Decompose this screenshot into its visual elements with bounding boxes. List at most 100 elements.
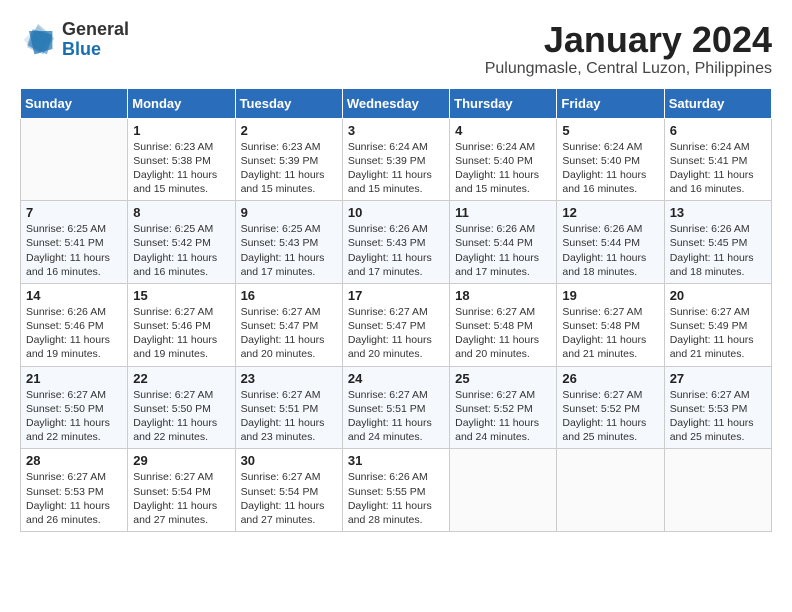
day-number: 23 xyxy=(241,371,337,386)
calendar-cell-w3-d4: 17 Sunrise: 6:27 AMSunset: 5:47 PMDayligh… xyxy=(342,283,449,366)
day-number: 18 xyxy=(455,288,551,303)
day-number: 12 xyxy=(562,205,658,220)
calendar-cell-w1-d2: 1 Sunrise: 6:23 AMSunset: 5:38 PMDaylight… xyxy=(128,118,235,201)
header-friday: Friday xyxy=(557,88,664,118)
calendar-week-1: 1 Sunrise: 6:23 AMSunset: 5:38 PMDaylight… xyxy=(21,118,772,201)
calendar-week-3: 14 Sunrise: 6:26 AMSunset: 5:46 PMDayligh… xyxy=(21,283,772,366)
calendar-cell-w2-d3: 9Sunrise: 6:25 AMSunset: 5:43 PMDaylight… xyxy=(235,201,342,284)
calendar-header-row: Sunday Monday Tuesday Wednesday Thursday… xyxy=(21,88,772,118)
calendar-cell-w1-d1 xyxy=(21,118,128,201)
calendar-cell-w5-d7 xyxy=(664,449,771,532)
calendar-cell-w1-d7: 6 Sunrise: 6:24 AMSunset: 5:41 PMDaylight… xyxy=(664,118,771,201)
day-number: 11 xyxy=(455,205,551,220)
header-thursday: Thursday xyxy=(450,88,557,118)
day-info: Sunrise: 6:23 AMSunset: 5:38 PMDaylight:… xyxy=(133,140,229,197)
location-text: Pulungmasle, Central Luzon, Philippines xyxy=(485,60,772,78)
calendar-cell-w4-d1: 21 Sunrise: 6:27 AMSunset: 5:50 PMDayligh… xyxy=(21,366,128,449)
calendar-cell-w1-d3: 2 Sunrise: 6:23 AMSunset: 5:39 PMDaylight… xyxy=(235,118,342,201)
day-number: 16 xyxy=(241,288,337,303)
day-info: Sunrise: 6:27 AMSunset: 5:52 PMDaylight:… xyxy=(455,388,551,445)
day-number: 4 xyxy=(455,123,551,138)
day-number: 5 xyxy=(562,123,658,138)
day-number: 13 xyxy=(670,205,766,220)
day-number: 24 xyxy=(348,371,444,386)
calendar-cell-w3-d2: 15 Sunrise: 6:27 AMSunset: 5:46 PMDayligh… xyxy=(128,283,235,366)
day-info: Sunrise: 6:27 AMSunset: 5:54 PMDaylight:… xyxy=(241,470,337,527)
day-number: 21 xyxy=(26,371,122,386)
day-info: Sunrise: 6:26 AMSunset: 5:46 PMDaylight:… xyxy=(26,305,122,362)
day-number: 20 xyxy=(670,288,766,303)
day-number: 29 xyxy=(133,453,229,468)
header-saturday: Saturday xyxy=(664,88,771,118)
calendar-cell-w4-d5: 25 Sunrise: 6:27 AMSunset: 5:52 PMDayligh… xyxy=(450,366,557,449)
day-info: Sunrise: 6:24 AMSunset: 5:40 PMDaylight:… xyxy=(562,140,658,197)
day-info: Sunrise: 6:27 AMSunset: 5:46 PMDaylight:… xyxy=(133,305,229,362)
day-number: 19 xyxy=(562,288,658,303)
day-info: Sunrise: 6:27 AMSunset: 5:52 PMDaylight:… xyxy=(562,388,658,445)
day-info: Sunrise: 6:26 AMSunset: 5:43 PMDaylight:… xyxy=(348,222,444,279)
day-number: 17 xyxy=(348,288,444,303)
calendar-cell-w1-d5: 4 Sunrise: 6:24 AMSunset: 5:40 PMDaylight… xyxy=(450,118,557,201)
logo: General Blue xyxy=(20,20,129,60)
day-info: Sunrise: 6:25 AMSunset: 5:41 PMDaylight:… xyxy=(26,222,122,279)
calendar-cell-w1-d4: 3 Sunrise: 6:24 AMSunset: 5:39 PMDaylight… xyxy=(342,118,449,201)
day-info: Sunrise: 6:27 AMSunset: 5:47 PMDaylight:… xyxy=(241,305,337,362)
calendar-cell-w2-d2: 8Sunrise: 6:25 AMSunset: 5:42 PMDaylight… xyxy=(128,201,235,284)
title-block: January 2024 Pulungmasle, Central Luzon,… xyxy=(485,20,772,78)
day-number: 31 xyxy=(348,453,444,468)
day-number: 25 xyxy=(455,371,551,386)
day-info: Sunrise: 6:27 AMSunset: 5:53 PMDaylight:… xyxy=(670,388,766,445)
day-info: Sunrise: 6:27 AMSunset: 5:50 PMDaylight:… xyxy=(26,388,122,445)
day-info: Sunrise: 6:27 AMSunset: 5:49 PMDaylight:… xyxy=(670,305,766,362)
day-info: Sunrise: 6:24 AMSunset: 5:39 PMDaylight:… xyxy=(348,140,444,197)
calendar-cell-w5-d3: 30Sunrise: 6:27 AMSunset: 5:54 PMDayligh… xyxy=(235,449,342,532)
calendar-cell-w5-d4: 31 Sunrise: 6:26 AMSunset: 5:55 PMDayligh… xyxy=(342,449,449,532)
calendar-cell-w5-d6 xyxy=(557,449,664,532)
calendar-week-4: 21 Sunrise: 6:27 AMSunset: 5:50 PMDayligh… xyxy=(21,366,772,449)
calendar-cell-w2-d5: 11Sunrise: 6:26 AMSunset: 5:44 PMDayligh… xyxy=(450,201,557,284)
calendar-cell-w4-d3: 23 Sunrise: 6:27 AMSunset: 5:51 PMDayligh… xyxy=(235,366,342,449)
day-info: Sunrise: 6:27 AMSunset: 5:48 PMDaylight:… xyxy=(562,305,658,362)
header-monday: Monday xyxy=(128,88,235,118)
calendar-cell-w4-d2: 22Sunrise: 6:27 AMSunset: 5:50 PMDayligh… xyxy=(128,366,235,449)
day-info: Sunrise: 6:27 AMSunset: 5:47 PMDaylight:… xyxy=(348,305,444,362)
logo-text: General Blue xyxy=(62,20,129,60)
day-info: Sunrise: 6:27 AMSunset: 5:51 PMDaylight:… xyxy=(241,388,337,445)
calendar-cell-w2-d6: 12Sunrise: 6:26 AMSunset: 5:44 PMDayligh… xyxy=(557,201,664,284)
day-info: Sunrise: 6:27 AMSunset: 5:53 PMDaylight:… xyxy=(26,470,122,527)
day-info: Sunrise: 6:27 AMSunset: 5:50 PMDaylight:… xyxy=(133,388,229,445)
calendar-cell-w3-d1: 14 Sunrise: 6:26 AMSunset: 5:46 PMDayligh… xyxy=(21,283,128,366)
calendar-cell-w4-d6: 26 Sunrise: 6:27 AMSunset: 5:52 PMDayligh… xyxy=(557,366,664,449)
calendar-cell-w5-d2: 29 Sunrise: 6:27 AMSunset: 5:54 PMDayligh… xyxy=(128,449,235,532)
day-number: 2 xyxy=(241,123,337,138)
header-wednesday: Wednesday xyxy=(342,88,449,118)
day-info: Sunrise: 6:25 AMSunset: 5:42 PMDaylight:… xyxy=(133,222,229,279)
day-number: 26 xyxy=(562,371,658,386)
calendar-cell-w4-d7: 27 Sunrise: 6:27 AMSunset: 5:53 PMDayligh… xyxy=(664,366,771,449)
calendar-cell-w5-d5 xyxy=(450,449,557,532)
calendar-cell-w2-d4: 10 Sunrise: 6:26 AMSunset: 5:43 PMDayligh… xyxy=(342,201,449,284)
day-info: Sunrise: 6:24 AMSunset: 5:41 PMDaylight:… xyxy=(670,140,766,197)
day-number: 10 xyxy=(348,205,444,220)
day-number: 15 xyxy=(133,288,229,303)
day-number: 7 xyxy=(26,205,122,220)
day-info: Sunrise: 6:24 AMSunset: 5:40 PMDaylight:… xyxy=(455,140,551,197)
day-number: 14 xyxy=(26,288,122,303)
calendar-cell-w1-d6: 5 Sunrise: 6:24 AMSunset: 5:40 PMDaylight… xyxy=(557,118,664,201)
calendar-table: Sunday Monday Tuesday Wednesday Thursday… xyxy=(20,88,772,532)
logo-general-text: General xyxy=(62,20,129,40)
logo-icon xyxy=(20,22,56,58)
day-info: Sunrise: 6:27 AMSunset: 5:54 PMDaylight:… xyxy=(133,470,229,527)
calendar-cell-w3-d6: 19 Sunrise: 6:27 AMSunset: 5:48 PMDayligh… xyxy=(557,283,664,366)
day-info: Sunrise: 6:26 AMSunset: 5:55 PMDaylight:… xyxy=(348,470,444,527)
day-number: 1 xyxy=(133,123,229,138)
calendar-cell-w3-d5: 18Sunrise: 6:27 AMSunset: 5:48 PMDayligh… xyxy=(450,283,557,366)
day-info: Sunrise: 6:23 AMSunset: 5:39 PMDaylight:… xyxy=(241,140,337,197)
day-number: 3 xyxy=(348,123,444,138)
calendar-cell-w3-d7: 20 Sunrise: 6:27 AMSunset: 5:49 PMDayligh… xyxy=(664,283,771,366)
calendar-cell-w4-d4: 24Sunrise: 6:27 AMSunset: 5:51 PMDayligh… xyxy=(342,366,449,449)
day-number: 27 xyxy=(670,371,766,386)
day-number: 6 xyxy=(670,123,766,138)
calendar-week-2: 7 Sunrise: 6:25 AMSunset: 5:41 PMDaylight… xyxy=(21,201,772,284)
header-tuesday: Tuesday xyxy=(235,88,342,118)
